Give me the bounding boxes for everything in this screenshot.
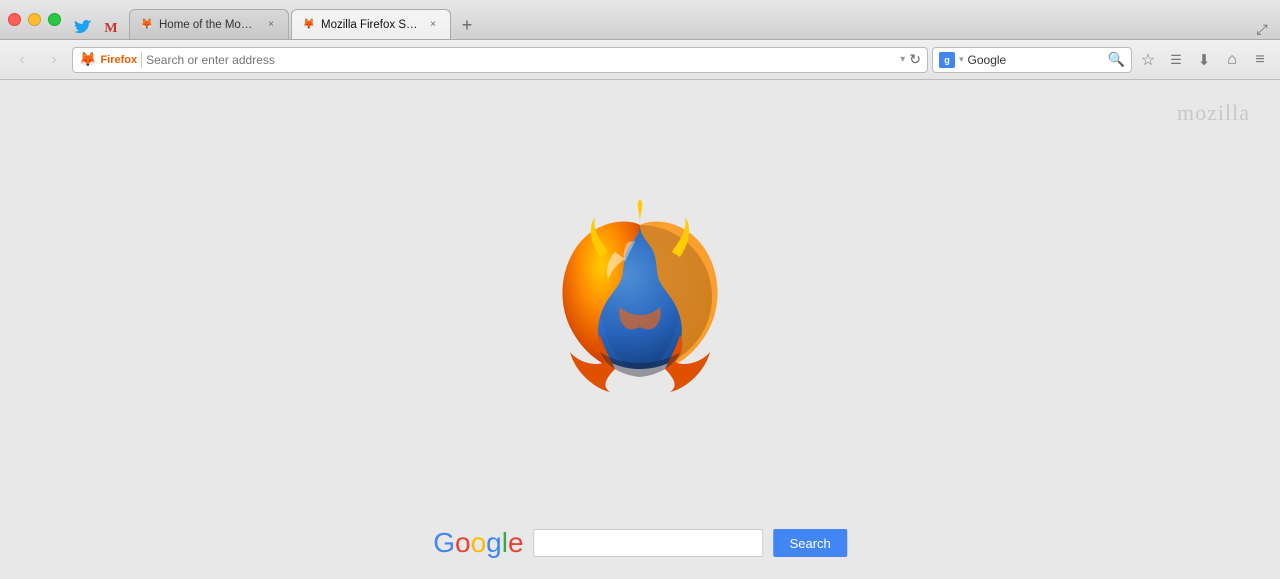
firefox-favicon-small: 🦊 xyxy=(79,51,96,68)
close-button[interactable] xyxy=(8,13,21,26)
firefox-logo xyxy=(540,197,740,402)
google-logo: Google xyxy=(433,527,523,559)
tab-mozilla[interactable]: 🦊 Home of the Mozill... × xyxy=(129,9,289,39)
google-letter-e: e xyxy=(508,527,524,558)
address-divider xyxy=(141,52,142,68)
search-engine-name: Google xyxy=(968,53,1104,67)
home-icon[interactable]: ⌂ xyxy=(1220,48,1244,72)
nav-search-icon[interactable]: 🔍 xyxy=(1108,51,1125,68)
tab-twitter-icon[interactable] xyxy=(73,19,93,39)
expand-window-icon[interactable]: ⤢ xyxy=(1252,19,1272,39)
google-letter-o1: o xyxy=(455,527,471,558)
title-bar: M 🦊 Home of the Mozill... × 🦊 Mozilla Fi… xyxy=(0,0,1280,40)
mozilla-watermark: mozilla xyxy=(1177,100,1250,126)
download-icon[interactable]: ⬇ xyxy=(1192,48,1216,72)
tab-mozilla-label: Home of the Mozill... xyxy=(159,19,258,31)
main-content: mozilla xyxy=(0,80,1280,579)
tab-firefox-start-label: Mozilla Firefox Star... xyxy=(321,19,420,31)
tab-gmail-icon[interactable]: M xyxy=(101,19,121,39)
tab-bar: M 🦊 Home of the Mozill... × 🦊 Mozilla Fi… xyxy=(73,0,1272,39)
forward-button[interactable]: › xyxy=(40,46,68,74)
tab-mozilla-close[interactable]: × xyxy=(264,18,278,32)
search-engine-dropdown-icon[interactable]: ▾ xyxy=(959,54,964,65)
minimize-button[interactable] xyxy=(28,13,41,26)
tab-mozilla-favicon: 🦊 xyxy=(140,18,154,32)
tab-firefox-start[interactable]: 🦊 Mozilla Firefox Star... × xyxy=(291,9,451,39)
google-letter-g2: g xyxy=(486,527,502,558)
google-letter-g1: G xyxy=(433,527,455,558)
nav-bar: ‹ › 🦊 Firefox ▾ ↻ g ▾ Google 🔍 ☆ ☰ ⬇ ⌂ ≡ xyxy=(0,40,1280,80)
refresh-icon[interactable]: ↻ xyxy=(909,51,921,68)
new-tab-button[interactable]: + xyxy=(453,11,481,39)
menu-icon[interactable]: ≡ xyxy=(1248,48,1272,72)
window-controls xyxy=(8,13,61,26)
search-engine-bar: g ▾ Google 🔍 xyxy=(932,47,1132,73)
address-bar: 🦊 Firefox ▾ ↻ xyxy=(72,47,928,73)
firefox-label: Firefox xyxy=(100,54,137,66)
bookmark-icon[interactable]: ☆ xyxy=(1136,48,1160,72)
google-letter-o2: o xyxy=(471,527,487,558)
tab-firefox-start-close[interactable]: × xyxy=(426,18,440,32)
tab-firefox-start-favicon: 🦊 xyxy=(302,18,316,32)
google-search-input[interactable] xyxy=(534,529,764,557)
google-search-area: Google Search xyxy=(433,527,847,559)
reader-view-icon[interactable]: ☰ xyxy=(1164,48,1188,72)
maximize-button[interactable] xyxy=(48,13,61,26)
back-button[interactable]: ‹ xyxy=(8,46,36,74)
google-search-button[interactable]: Search xyxy=(774,529,847,557)
address-input[interactable] xyxy=(146,53,896,67)
address-dropdown-icon[interactable]: ▾ xyxy=(900,54,905,65)
google-engine-icon: g xyxy=(939,52,955,68)
